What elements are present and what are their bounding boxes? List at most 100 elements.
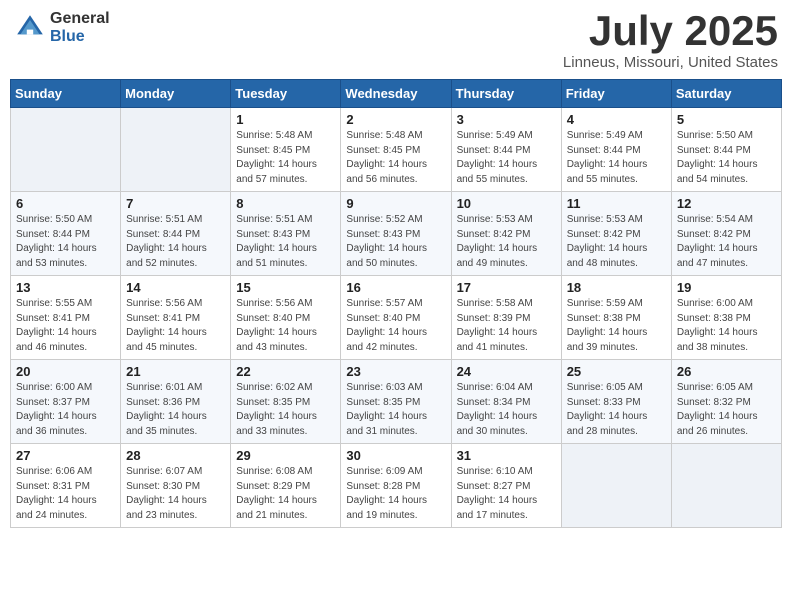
calendar-cell: 7 Sunrise: 5:51 AMSunset: 8:44 PMDayligh… xyxy=(121,192,231,276)
day-detail: Sunrise: 6:05 AMSunset: 8:32 PMDaylight:… xyxy=(677,381,776,439)
weekday-header: Saturday xyxy=(671,80,781,108)
calendar-week-row: 13 Sunrise: 5:55 AMSunset: 8:41 PMDaylig… xyxy=(11,276,782,360)
day-number: 27 xyxy=(16,448,115,463)
calendar-cell: 17 Sunrise: 5:58 AMSunset: 8:39 PMDaylig… xyxy=(451,276,561,360)
day-detail: Sunrise: 6:05 AMSunset: 8:33 PMDaylight:… xyxy=(567,381,666,439)
day-detail: Sunrise: 5:53 AMSunset: 8:42 PMDaylight:… xyxy=(457,213,556,271)
day-detail: Sunrise: 6:00 AMSunset: 8:38 PMDaylight:… xyxy=(677,297,776,355)
day-number: 1 xyxy=(236,112,335,127)
day-number: 24 xyxy=(457,364,556,379)
calendar-cell: 27 Sunrise: 6:06 AMSunset: 8:31 PMDaylig… xyxy=(11,444,121,528)
day-detail: Sunrise: 5:49 AMSunset: 8:44 PMDaylight:… xyxy=(567,129,666,187)
day-detail: Sunrise: 5:53 AMSunset: 8:42 PMDaylight:… xyxy=(567,213,666,271)
day-detail: Sunrise: 6:10 AMSunset: 8:27 PMDaylight:… xyxy=(457,465,556,523)
calendar-cell: 16 Sunrise: 5:57 AMSunset: 8:40 PMDaylig… xyxy=(341,276,451,360)
day-number: 13 xyxy=(16,280,115,295)
day-number: 2 xyxy=(346,112,445,127)
weekday-header: Sunday xyxy=(11,80,121,108)
day-detail: Sunrise: 6:07 AMSunset: 8:30 PMDaylight:… xyxy=(126,465,225,523)
day-detail: Sunrise: 6:01 AMSunset: 8:36 PMDaylight:… xyxy=(126,381,225,439)
day-number: 21 xyxy=(126,364,225,379)
day-detail: Sunrise: 5:52 AMSunset: 8:43 PMDaylight:… xyxy=(346,213,445,271)
calendar-cell: 20 Sunrise: 6:00 AMSunset: 8:37 PMDaylig… xyxy=(11,360,121,444)
weekday-header: Monday xyxy=(121,80,231,108)
day-number: 16 xyxy=(346,280,445,295)
day-number: 3 xyxy=(457,112,556,127)
day-detail: Sunrise: 5:48 AMSunset: 8:45 PMDaylight:… xyxy=(346,129,445,187)
calendar-cell: 13 Sunrise: 5:55 AMSunset: 8:41 PMDaylig… xyxy=(11,276,121,360)
calendar-cell: 19 Sunrise: 6:00 AMSunset: 8:38 PMDaylig… xyxy=(671,276,781,360)
calendar-cell: 24 Sunrise: 6:04 AMSunset: 8:34 PMDaylig… xyxy=(451,360,561,444)
day-detail: Sunrise: 5:50 AMSunset: 8:44 PMDaylight:… xyxy=(16,213,115,271)
weekday-header: Wednesday xyxy=(341,80,451,108)
calendar-cell: 23 Sunrise: 6:03 AMSunset: 8:35 PMDaylig… xyxy=(341,360,451,444)
day-detail: Sunrise: 6:00 AMSunset: 8:37 PMDaylight:… xyxy=(16,381,115,439)
day-number: 7 xyxy=(126,196,225,211)
day-number: 29 xyxy=(236,448,335,463)
calendar-cell: 21 Sunrise: 6:01 AMSunset: 8:36 PMDaylig… xyxy=(121,360,231,444)
day-number: 15 xyxy=(236,280,335,295)
day-detail: Sunrise: 6:04 AMSunset: 8:34 PMDaylight:… xyxy=(457,381,556,439)
calendar-table: SundayMondayTuesdayWednesdayThursdayFrid… xyxy=(10,79,782,528)
day-number: 26 xyxy=(677,364,776,379)
month-title: July 2025 xyxy=(563,10,778,52)
day-number: 17 xyxy=(457,280,556,295)
logo: General Blue xyxy=(14,10,110,45)
calendar-cell: 1 Sunrise: 5:48 AMSunset: 8:45 PMDayligh… xyxy=(231,108,341,192)
location-label: Linneus, Missouri, United States xyxy=(563,54,778,71)
calendar-cell xyxy=(671,444,781,528)
day-number: 28 xyxy=(126,448,225,463)
weekday-header: Thursday xyxy=(451,80,561,108)
calendar-cell: 3 Sunrise: 5:49 AMSunset: 8:44 PMDayligh… xyxy=(451,108,561,192)
day-number: 19 xyxy=(677,280,776,295)
calendar-cell xyxy=(561,444,671,528)
day-detail: Sunrise: 6:02 AMSunset: 8:35 PMDaylight:… xyxy=(236,381,335,439)
title-block: July 2025 Linneus, Missouri, United Stat… xyxy=(563,10,778,71)
day-detail: Sunrise: 5:51 AMSunset: 8:44 PMDaylight:… xyxy=(126,213,225,271)
day-detail: Sunrise: 5:59 AMSunset: 8:38 PMDaylight:… xyxy=(567,297,666,355)
day-detail: Sunrise: 5:56 AMSunset: 8:41 PMDaylight:… xyxy=(126,297,225,355)
calendar-cell: 10 Sunrise: 5:53 AMSunset: 8:42 PMDaylig… xyxy=(451,192,561,276)
day-detail: Sunrise: 5:48 AMSunset: 8:45 PMDaylight:… xyxy=(236,129,335,187)
calendar-cell: 4 Sunrise: 5:49 AMSunset: 8:44 PMDayligh… xyxy=(561,108,671,192)
day-number: 11 xyxy=(567,196,666,211)
calendar-cell xyxy=(121,108,231,192)
calendar-week-row: 1 Sunrise: 5:48 AMSunset: 8:45 PMDayligh… xyxy=(11,108,782,192)
day-detail: Sunrise: 5:55 AMSunset: 8:41 PMDaylight:… xyxy=(16,297,115,355)
calendar-cell xyxy=(11,108,121,192)
calendar-cell: 29 Sunrise: 6:08 AMSunset: 8:29 PMDaylig… xyxy=(231,444,341,528)
calendar-week-row: 27 Sunrise: 6:06 AMSunset: 8:31 PMDaylig… xyxy=(11,444,782,528)
calendar-cell: 6 Sunrise: 5:50 AMSunset: 8:44 PMDayligh… xyxy=(11,192,121,276)
day-number: 22 xyxy=(236,364,335,379)
day-number: 8 xyxy=(236,196,335,211)
calendar-cell: 28 Sunrise: 6:07 AMSunset: 8:30 PMDaylig… xyxy=(121,444,231,528)
weekday-header: Tuesday xyxy=(231,80,341,108)
calendar-cell: 22 Sunrise: 6:02 AMSunset: 8:35 PMDaylig… xyxy=(231,360,341,444)
logo-general-label: General xyxy=(50,10,110,28)
day-detail: Sunrise: 5:50 AMSunset: 8:44 PMDaylight:… xyxy=(677,129,776,187)
calendar-week-row: 6 Sunrise: 5:50 AMSunset: 8:44 PMDayligh… xyxy=(11,192,782,276)
calendar-cell: 2 Sunrise: 5:48 AMSunset: 8:45 PMDayligh… xyxy=(341,108,451,192)
day-number: 5 xyxy=(677,112,776,127)
day-number: 10 xyxy=(457,196,556,211)
calendar-cell: 30 Sunrise: 6:09 AMSunset: 8:28 PMDaylig… xyxy=(341,444,451,528)
calendar-cell: 14 Sunrise: 5:56 AMSunset: 8:41 PMDaylig… xyxy=(121,276,231,360)
day-number: 30 xyxy=(346,448,445,463)
day-number: 12 xyxy=(677,196,776,211)
calendar-cell: 31 Sunrise: 6:10 AMSunset: 8:27 PMDaylig… xyxy=(451,444,561,528)
day-detail: Sunrise: 5:57 AMSunset: 8:40 PMDaylight:… xyxy=(346,297,445,355)
weekday-header: Friday xyxy=(561,80,671,108)
day-number: 14 xyxy=(126,280,225,295)
calendar-cell: 18 Sunrise: 5:59 AMSunset: 8:38 PMDaylig… xyxy=(561,276,671,360)
calendar-cell: 26 Sunrise: 6:05 AMSunset: 8:32 PMDaylig… xyxy=(671,360,781,444)
day-detail: Sunrise: 6:06 AMSunset: 8:31 PMDaylight:… xyxy=(16,465,115,523)
calendar-cell: 11 Sunrise: 5:53 AMSunset: 8:42 PMDaylig… xyxy=(561,192,671,276)
calendar-cell: 25 Sunrise: 6:05 AMSunset: 8:33 PMDaylig… xyxy=(561,360,671,444)
day-detail: Sunrise: 5:49 AMSunset: 8:44 PMDaylight:… xyxy=(457,129,556,187)
day-number: 9 xyxy=(346,196,445,211)
calendar-cell: 12 Sunrise: 5:54 AMSunset: 8:42 PMDaylig… xyxy=(671,192,781,276)
day-detail: Sunrise: 5:56 AMSunset: 8:40 PMDaylight:… xyxy=(236,297,335,355)
calendar-cell: 8 Sunrise: 5:51 AMSunset: 8:43 PMDayligh… xyxy=(231,192,341,276)
calendar-cell: 15 Sunrise: 5:56 AMSunset: 8:40 PMDaylig… xyxy=(231,276,341,360)
day-number: 6 xyxy=(16,196,115,211)
